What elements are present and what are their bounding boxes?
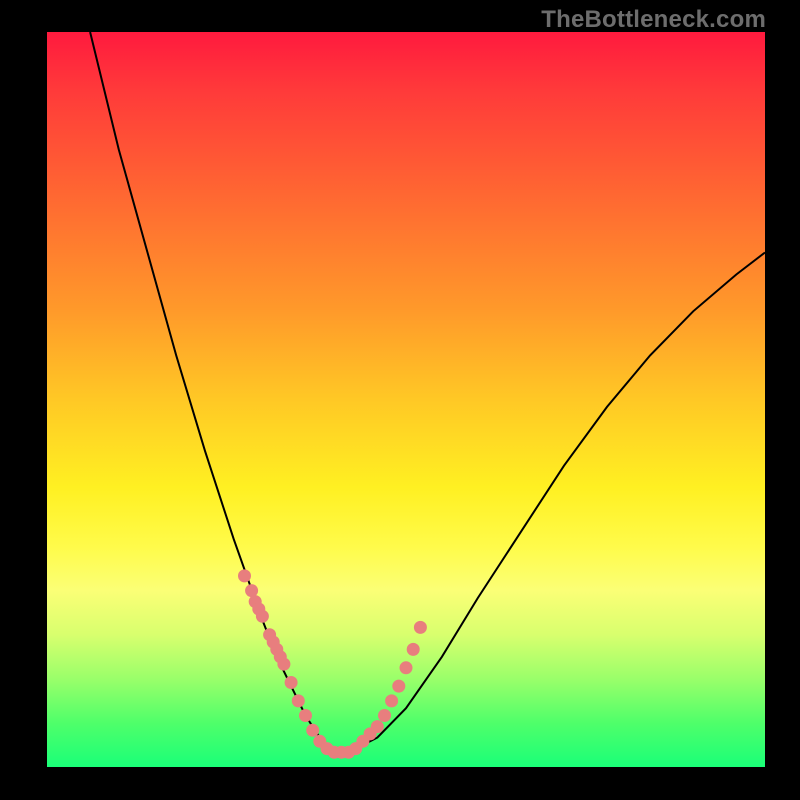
marker-dot [378, 709, 391, 722]
marker-dot [392, 680, 405, 693]
marker-dot [407, 643, 420, 656]
marker-dot [385, 694, 398, 707]
marker-dot [238, 569, 251, 582]
marker-dot [400, 661, 413, 674]
marker-dot [245, 584, 258, 597]
chart-overlay [47, 32, 765, 767]
bottleneck-curve [90, 32, 765, 752]
marker-dot [256, 610, 269, 623]
marker-dot [414, 621, 427, 634]
chart-frame: TheBottleneck.com [0, 0, 800, 800]
watermark-text: TheBottleneck.com [541, 6, 766, 34]
marker-dot [285, 676, 298, 689]
marker-dot [299, 709, 312, 722]
marker-dot [277, 658, 290, 671]
marker-dot [292, 694, 305, 707]
marker-dot [306, 724, 319, 737]
marker-dot [371, 720, 384, 733]
bottleneck-dots [238, 569, 427, 758]
